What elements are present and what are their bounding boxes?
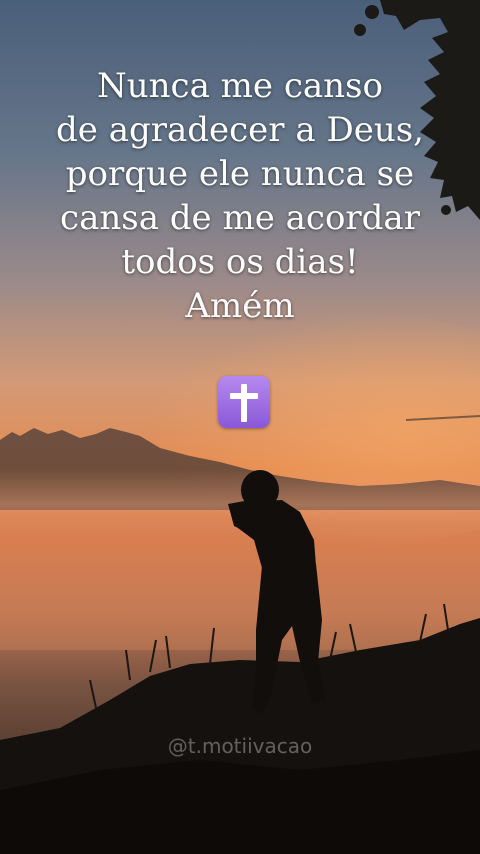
quote-line: Nunca me canso	[97, 66, 383, 106]
latin-cross-icon	[218, 376, 270, 428]
quote-line: de agradecer a Deus,	[56, 110, 424, 150]
quote-line: porque ele nunca se	[65, 154, 415, 194]
quote-text: Nunca me canso de agradecer a Deus, porq…	[0, 64, 480, 328]
quote-line: todos os dias!	[121, 242, 359, 282]
quote-line: cansa de me acordar	[60, 198, 420, 238]
story-frame: Nunca me canso de agradecer a Deus, porq…	[0, 0, 480, 854]
watermark-handle: @t.motiivacao	[167, 734, 313, 758]
quote-line: Amém	[185, 286, 295, 326]
